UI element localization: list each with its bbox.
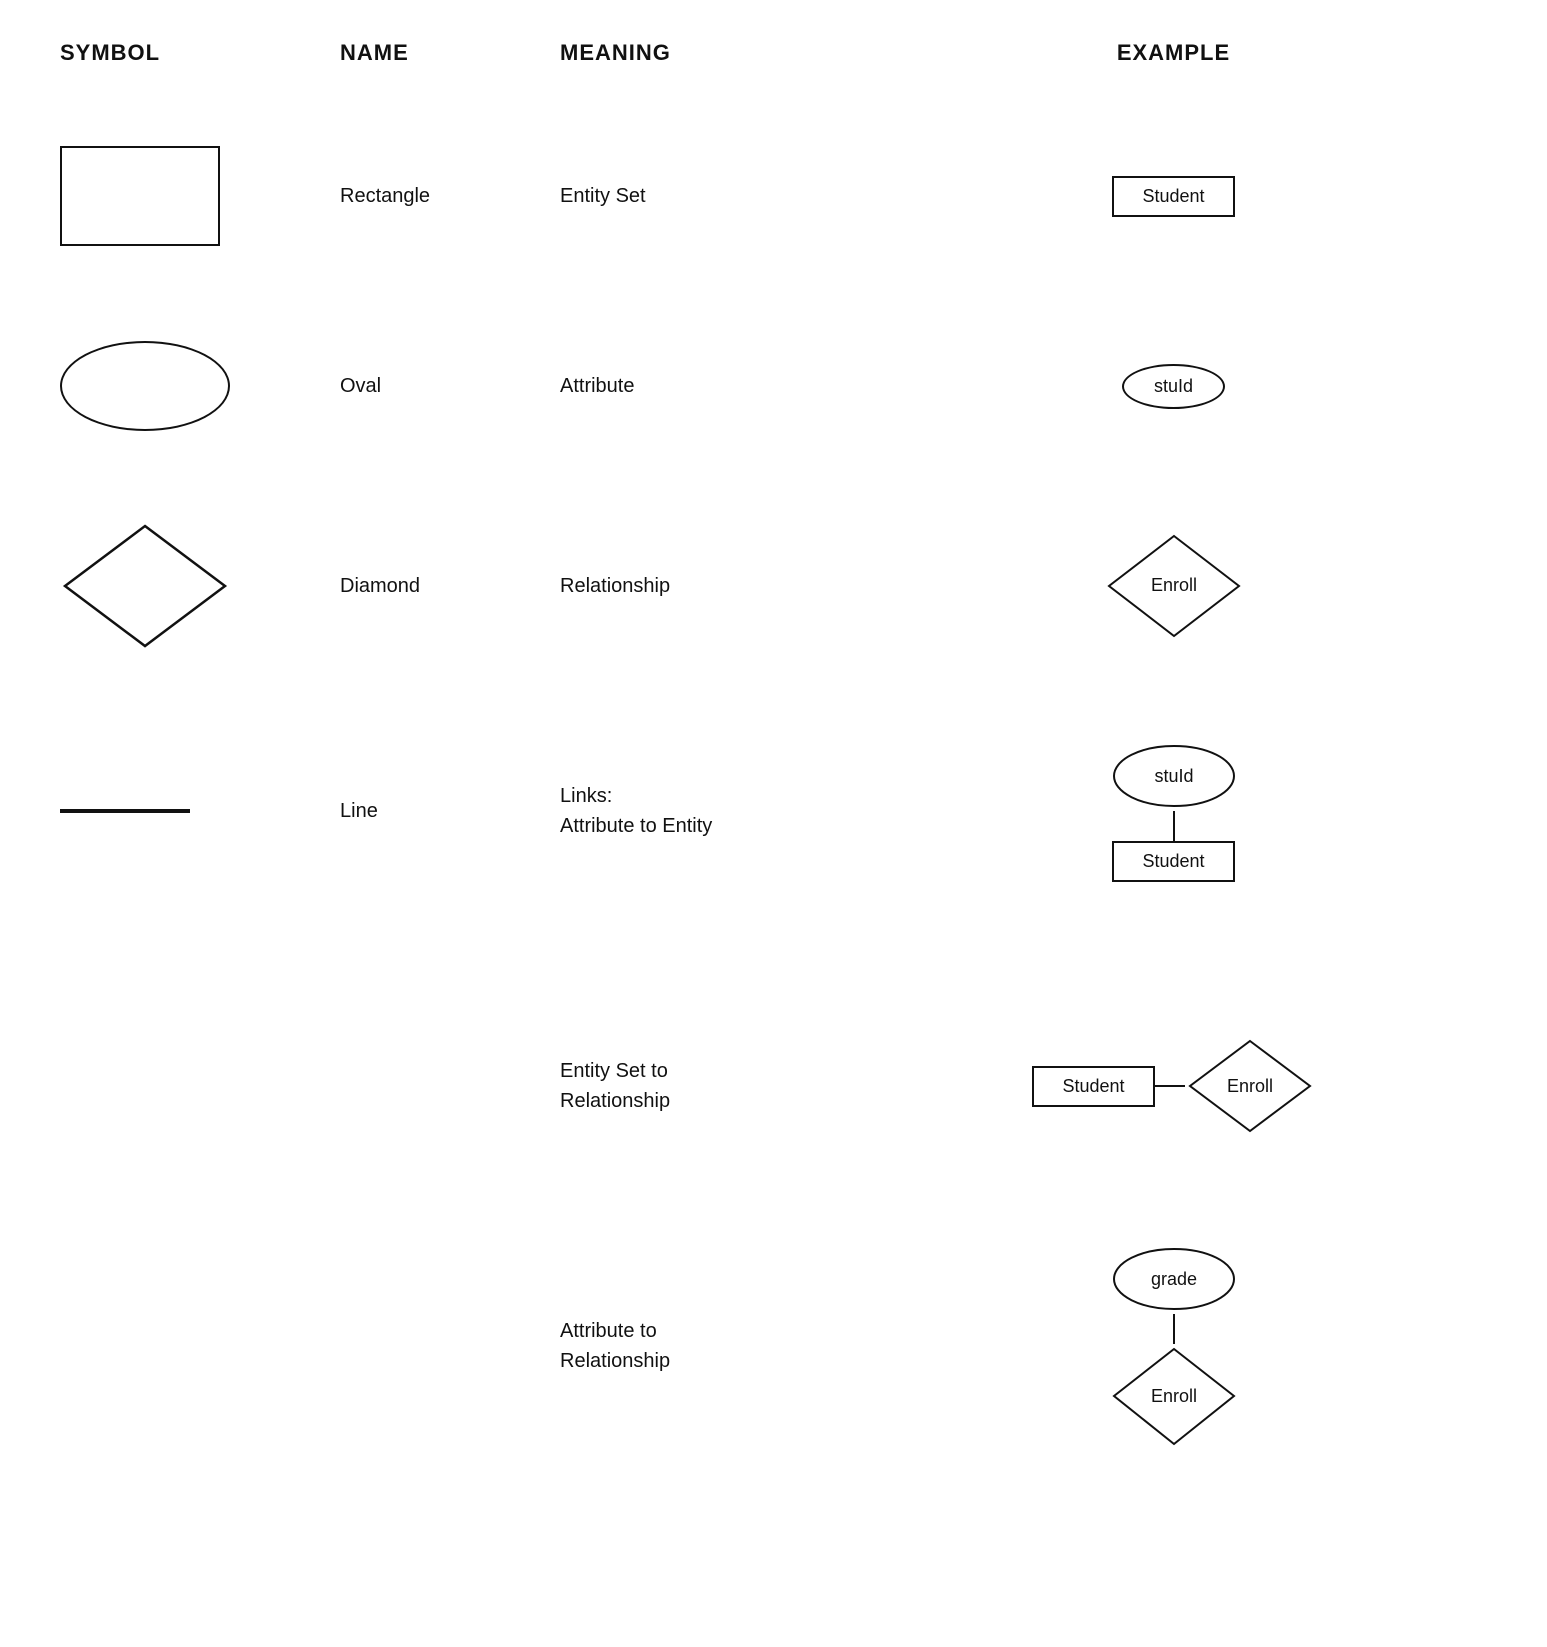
name-oval: Oval <box>340 375 560 398</box>
meaning-rectangle: Entity Set <box>560 181 860 211</box>
svg-text:Enroll: Enroll <box>1150 1386 1196 1406</box>
table-header: SYMBOL NAME MEANING EXAMPLE <box>60 40 1487 76</box>
name-rectangle: Rectangle <box>340 185 560 208</box>
example-line: stuId Student <box>860 741 1487 882</box>
meaning-attr-rel: Attribute to Relationship <box>560 1316 860 1376</box>
attr-rel-diamond: Enroll <box>1109 1344 1239 1449</box>
svg-text:Enroll: Enroll <box>1227 1076 1273 1096</box>
diamond-shape <box>60 521 230 651</box>
attr-rel-oval: grade <box>1109 1244 1239 1314</box>
example-rect-shape: Student <box>1112 176 1234 217</box>
meaning-oval: Attribute <box>560 371 860 401</box>
main-page: { "header": { "col1": "SYMBOL", "col2": … <box>0 0 1547 1536</box>
svg-text:grade: grade <box>1150 1269 1196 1289</box>
ent-rel-connector <box>1155 1085 1185 1087</box>
meaning-line: Links: Attribute to Entity <box>560 781 860 841</box>
meaning-diamond: Relationship <box>560 571 860 601</box>
ent-rel-rect: Student <box>1032 1066 1154 1107</box>
header-symbol: SYMBOL <box>60 40 340 66</box>
example-attr-rel: grade Enroll <box>860 1244 1487 1449</box>
rectangle-shape <box>60 146 220 246</box>
line-example-rect: Student <box>1112 841 1234 882</box>
table-row: Entity Set to Relationship Student Enrol… <box>60 976 1487 1196</box>
header-example: EXAMPLE <box>860 40 1487 66</box>
name-line: Line <box>340 800 560 823</box>
oval-shape <box>60 341 230 431</box>
line-example-group: stuId Student <box>1109 741 1239 882</box>
line-example-connector <box>1173 811 1175 841</box>
symbol-oval <box>60 331 340 441</box>
meaning-ent-rel: Entity Set to Relationship <box>560 1056 860 1116</box>
table-row: Diamond Relationship Enroll <box>60 486 1487 686</box>
line-example-oval: stuId <box>1109 741 1239 811</box>
ent-rel-group: Student Enroll <box>1032 1036 1314 1136</box>
header-meaning: MEANING <box>560 40 860 66</box>
attr-rel-connector <box>1173 1314 1175 1344</box>
svg-text:Enroll: Enroll <box>1150 575 1196 595</box>
example-rectangle: Student <box>860 176 1487 217</box>
example-ent-rel: Student Enroll <box>860 1036 1487 1136</box>
table-row: Line Links: Attribute to Entity stuId St… <box>60 696 1487 926</box>
meaning-attr-rel-text: Attribute to Relationship <box>560 1316 670 1376</box>
example-diamond-shape: Enroll <box>1104 531 1244 641</box>
table-row: Oval Attribute stuId <box>60 296 1487 476</box>
example-oval-shape: stuId <box>1122 364 1225 409</box>
example-oval: stuId <box>860 364 1487 409</box>
header-name: NAME <box>340 40 560 66</box>
ent-rel-diamond: Enroll <box>1185 1036 1315 1136</box>
attr-rel-group: grade Enroll <box>1109 1244 1239 1449</box>
meaning-ent-rel-text: Entity Set to Relationship <box>560 1056 670 1116</box>
table-row: Attribute to Relationship grade Enroll <box>60 1206 1487 1486</box>
svg-text:stuId: stuId <box>1154 766 1193 786</box>
symbol-rectangle <box>60 136 340 256</box>
symbol-diamond <box>60 511 340 661</box>
spacer <box>60 936 1487 976</box>
name-diamond: Diamond <box>340 575 560 598</box>
line-shape <box>60 809 190 813</box>
example-diamond: Enroll <box>860 531 1487 641</box>
symbol-line <box>60 799 340 823</box>
table-row: Rectangle Entity Set Student <box>60 106 1487 286</box>
